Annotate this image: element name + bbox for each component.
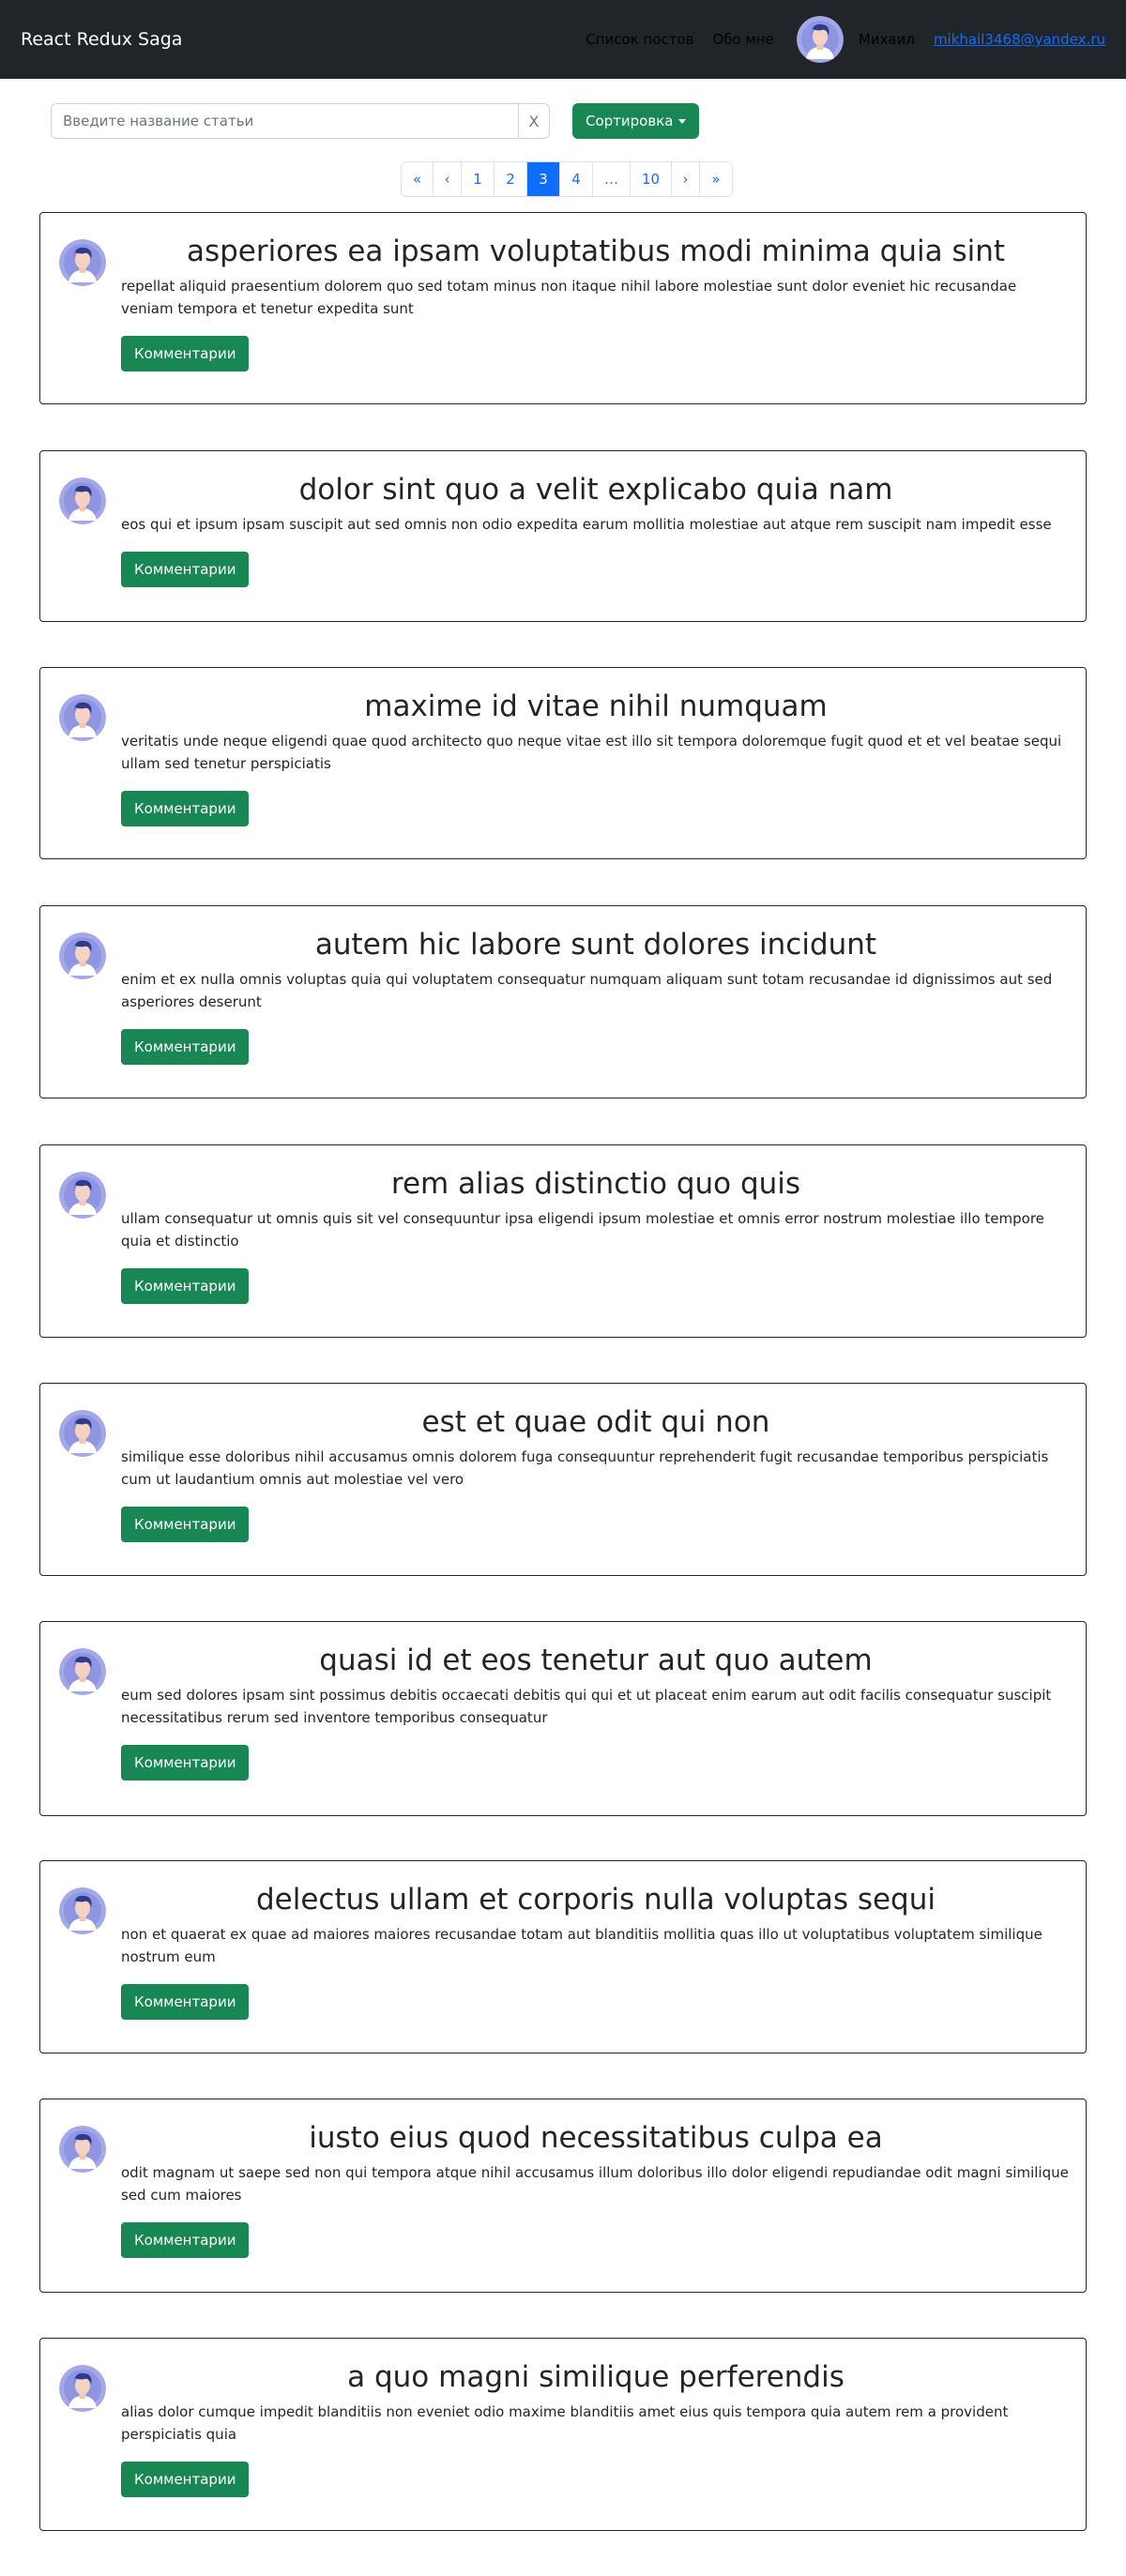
- page-1-button[interactable]: 1: [462, 162, 495, 196]
- page-2-button[interactable]: 2: [495, 162, 527, 196]
- post-avatar: [59, 2365, 106, 2412]
- comments-button[interactable]: Комментарии: [121, 2462, 250, 2497]
- sort-label: Сортировка: [586, 113, 674, 129]
- post-card: est et quae odit qui non similique esse …: [39, 1383, 1087, 1576]
- top-navbar: React Redux Saga Список постов Обо мне М…: [0, 0, 1126, 79]
- post-card: quasi id et eos tenetur aut quo autem eu…: [39, 1621, 1087, 1816]
- post-body: veritatis unde neque eligendi quae quod …: [121, 733, 1062, 772]
- page-prev-button[interactable]: ‹: [434, 162, 462, 196]
- sort-dropdown-button[interactable]: Сортировка: [572, 103, 700, 139]
- post-body: alias dolor cumque impedit blanditiis no…: [121, 2403, 1009, 2443]
- post-title: autem hic labore sunt dolores incidunt: [314, 928, 877, 962]
- post-title: est et quae odit qui non: [421, 1405, 770, 1439]
- post-avatar: [59, 477, 106, 524]
- post-avatar: [59, 1410, 106, 1457]
- page-first-button[interactable]: «: [402, 162, 434, 196]
- post-card: asperiores ea ipsam voluptatibus modi mi…: [39, 212, 1087, 404]
- post-avatar: [59, 2126, 106, 2173]
- post-title: maxime id vitae nihil numquam: [364, 689, 828, 723]
- comments-button[interactable]: Комментарии: [121, 552, 250, 587]
- post-avatar: [59, 932, 106, 979]
- user-avatar: [796, 16, 844, 63]
- search-input[interactable]: [51, 103, 518, 139]
- post-card: dolor sint quo a velit explicabo quia na…: [39, 450, 1087, 622]
- post-avatar: [59, 1887, 106, 1934]
- comments-button[interactable]: Комментарии: [121, 2222, 250, 2258]
- comments-button[interactable]: Комментарии: [121, 1745, 250, 1780]
- page-10-button[interactable]: 10: [631, 162, 672, 196]
- comments-button[interactable]: Комментарии: [121, 1507, 250, 1542]
- post-body: ullam consequatur ut omnis quis sit vel …: [121, 1210, 1044, 1250]
- user-name: Михаил: [858, 31, 915, 48]
- post-card: rem alias distinctio quo quis ullam cons…: [39, 1144, 1087, 1338]
- post-body: repellat aliquid praesentium dolorem quo…: [121, 278, 1017, 317]
- comments-button[interactable]: Комментарии: [121, 1268, 250, 1304]
- page-last-button[interactable]: »: [700, 162, 732, 196]
- page-4-button[interactable]: 4: [560, 162, 593, 196]
- post-body: enim et ex nulla omnis voluptas quia qui…: [121, 971, 1053, 1010]
- post-title: iusto eius quod necessitatibus culpa ea: [309, 2121, 883, 2155]
- user-email-link[interactable]: mikhail3468@yandex.ru: [934, 31, 1105, 48]
- pagination: « ‹ 1 2 3 4 … 10 › »: [401, 161, 733, 197]
- comments-button[interactable]: Комментарии: [121, 791, 250, 826]
- post-body: odit magnam ut saepe sed non qui tempora…: [121, 2164, 1069, 2204]
- post-title: quasi id et eos tenetur aut quo autem: [319, 1644, 873, 1677]
- post-title: asperiores ea ipsam voluptatibus modi mi…: [186, 235, 1006, 268]
- post-card: delectus ullam et corporis nulla volupta…: [39, 1860, 1087, 2053]
- post-body: similique esse doloribus nihil accusamus…: [121, 1448, 1049, 1488]
- nav-link-about[interactable]: Обо мне: [712, 31, 773, 48]
- post-title: dolor sint quo a velit explicabo quia na…: [298, 473, 893, 507]
- page-ellipsis: …: [593, 162, 631, 196]
- comments-button[interactable]: Комментарии: [121, 1029, 250, 1065]
- post-title: a quo magni similique perferendis: [347, 2360, 844, 2394]
- comments-button[interactable]: Комментарии: [121, 1984, 250, 2020]
- post-card: iusto eius quod necessitatibus culpa ea …: [39, 2099, 1087, 2293]
- post-body: non et quaerat ex quae ad maiores maiore…: [121, 1926, 1042, 1965]
- post-body: eum sed dolores ipsam sint possimus debi…: [121, 1687, 1052, 1726]
- post-avatar: [59, 694, 106, 741]
- page-3-button-active[interactable]: 3: [527, 162, 560, 196]
- post-card: maxime id vitae nihil numquam veritatis …: [39, 667, 1087, 859]
- post-title: delectus ullam et corporis nulla volupta…: [256, 1883, 936, 1917]
- post-avatar: [59, 239, 106, 286]
- post-body: eos qui et ipsum ipsam suscipit aut sed …: [121, 516, 1052, 533]
- post-avatar: [59, 1648, 106, 1695]
- post-card: autem hic labore sunt dolores incidunt e…: [39, 905, 1087, 1099]
- post-card: a quo magni similique perferendis alias …: [39, 2338, 1087, 2531]
- comments-button[interactable]: Комментарии: [121, 336, 250, 371]
- navbar-right: Список постов Обо мне Михаил mikhail3468…: [586, 16, 1105, 63]
- caret-down-icon: [678, 118, 687, 124]
- post-avatar: [59, 1172, 106, 1219]
- search-bar: X Сортировка: [51, 103, 700, 139]
- nav-link-posts[interactable]: Список постов: [586, 31, 693, 48]
- page-next-button[interactable]: ›: [672, 162, 700, 196]
- brand-title[interactable]: React Redux Saga: [21, 29, 182, 50]
- clear-search-button[interactable]: X: [518, 103, 550, 139]
- post-title: rem alias distinctio quo quis: [390, 1167, 801, 1201]
